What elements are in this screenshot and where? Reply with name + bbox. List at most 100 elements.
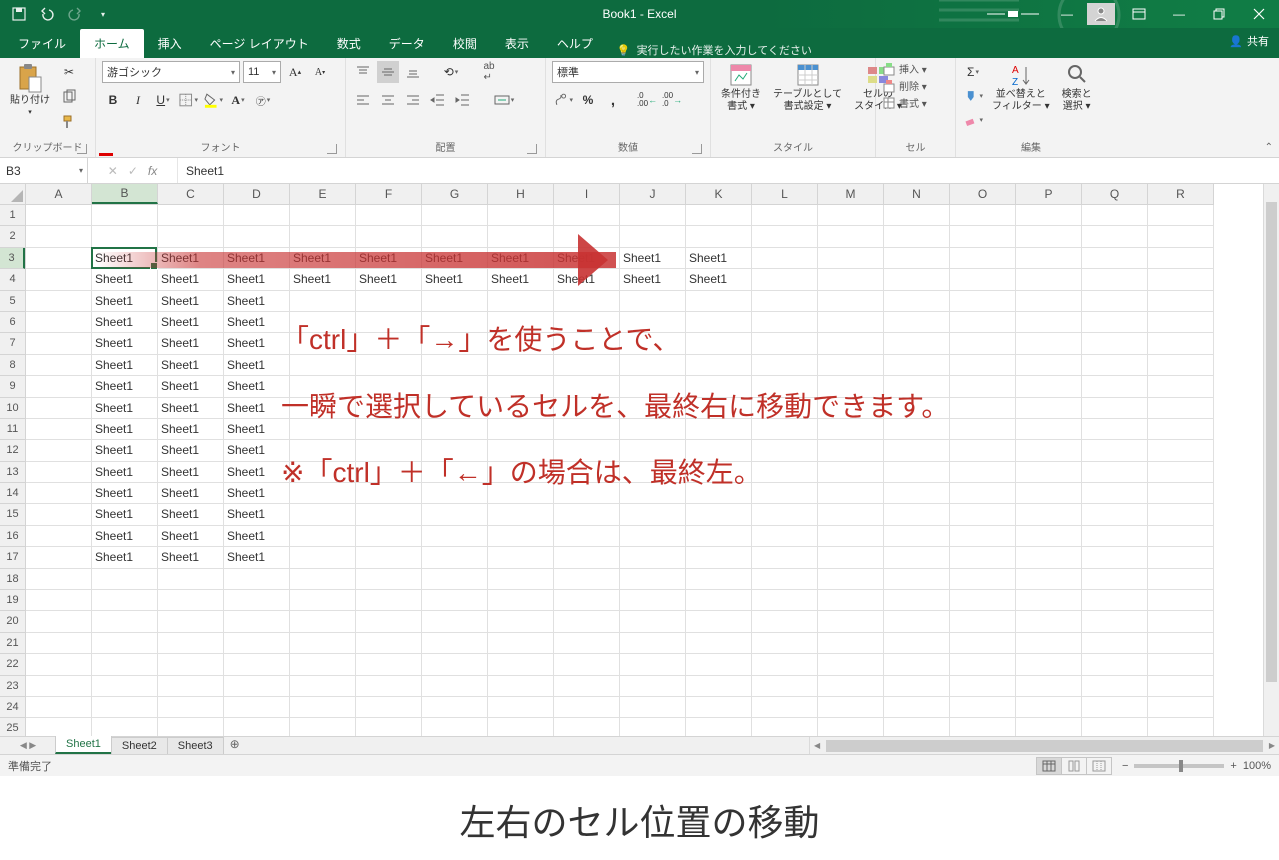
cell[interactable] — [422, 526, 488, 547]
col-header-B[interactable]: B — [92, 184, 158, 204]
cell[interactable] — [422, 504, 488, 525]
cell[interactable] — [26, 333, 92, 354]
accounting-icon[interactable]: ▾ — [552, 89, 574, 111]
cell[interactable] — [884, 269, 950, 290]
row-header-11[interactable]: 11 — [0, 419, 25, 440]
minimize-icon[interactable]: — — [1159, 0, 1199, 28]
cell[interactable] — [158, 697, 224, 718]
cell[interactable] — [1082, 312, 1148, 333]
cell[interactable] — [158, 226, 224, 247]
cell[interactable] — [1148, 205, 1214, 226]
cell[interactable]: Sheet1 — [92, 440, 158, 461]
cell[interactable] — [884, 718, 950, 736]
insert-cells-button[interactable]: 挿入 ▾ — [882, 61, 927, 76]
cell[interactable] — [356, 547, 422, 568]
cell[interactable] — [356, 504, 422, 525]
cell[interactable] — [1082, 398, 1148, 419]
tab-page-layout[interactable]: ページ レイアウト — [196, 29, 323, 58]
row-header-24[interactable]: 24 — [0, 697, 25, 718]
cell[interactable] — [884, 248, 950, 269]
cell[interactable] — [950, 333, 1016, 354]
cell[interactable]: Sheet1 — [224, 504, 290, 525]
col-header-O[interactable]: O — [950, 184, 1016, 204]
cell[interactable] — [686, 697, 752, 718]
cell[interactable]: Sheet1 — [686, 269, 752, 290]
grow-font-icon[interactable]: A▴ — [284, 61, 306, 83]
zoom-level[interactable]: 100% — [1243, 760, 1271, 772]
cell[interactable] — [1148, 398, 1214, 419]
cell[interactable] — [620, 697, 686, 718]
decrease-indent-icon[interactable] — [427, 89, 449, 111]
col-header-M[interactable]: M — [818, 184, 884, 204]
cell[interactable] — [752, 718, 818, 736]
cell[interactable] — [488, 654, 554, 675]
cell[interactable] — [950, 269, 1016, 290]
col-header-C[interactable]: C — [158, 184, 224, 204]
cell[interactable]: Sheet1 — [92, 398, 158, 419]
cell[interactable] — [620, 205, 686, 226]
cell[interactable] — [488, 226, 554, 247]
fill-color-icon[interactable]: ▾ — [202, 89, 224, 111]
cell[interactable] — [1082, 419, 1148, 440]
cell[interactable] — [950, 611, 1016, 632]
close-icon[interactable] — [1239, 0, 1279, 28]
page-break-view-icon[interactable] — [1086, 757, 1112, 775]
cell[interactable]: Sheet1 — [158, 355, 224, 376]
font-launcher[interactable] — [327, 144, 337, 154]
cell[interactable] — [488, 697, 554, 718]
sheet-nav[interactable]: ◀ ▶ — [0, 737, 56, 754]
cell[interactable] — [290, 226, 356, 247]
align-left-icon[interactable] — [352, 89, 374, 111]
cell[interactable]: Sheet1 — [158, 376, 224, 397]
cell[interactable] — [1016, 376, 1082, 397]
cell[interactable] — [224, 676, 290, 697]
cell[interactable] — [1016, 590, 1082, 611]
cell[interactable] — [422, 291, 488, 312]
cell[interactable] — [488, 633, 554, 654]
cell[interactable] — [620, 718, 686, 736]
cell[interactable] — [224, 633, 290, 654]
cell[interactable] — [950, 654, 1016, 675]
cell[interactable] — [818, 504, 884, 525]
row-header-13[interactable]: 13 — [0, 462, 25, 483]
cell[interactable] — [290, 526, 356, 547]
col-header-L[interactable]: L — [752, 184, 818, 204]
sheet-tab-Sheet3[interactable]: Sheet3 — [167, 737, 224, 754]
share-button[interactable]: 👤 共有 — [1229, 33, 1269, 49]
cell[interactable] — [26, 355, 92, 376]
cell[interactable] — [92, 633, 158, 654]
cell[interactable] — [92, 697, 158, 718]
cell[interactable] — [950, 676, 1016, 697]
font-name-combo[interactable]: 游ゴシック▾ — [102, 61, 240, 83]
cell[interactable] — [1082, 676, 1148, 697]
row-header-25[interactable]: 25 — [0, 718, 25, 736]
cell[interactable] — [686, 569, 752, 590]
cell[interactable] — [950, 697, 1016, 718]
formula-bar[interactable]: Sheet1 — [178, 158, 1279, 183]
cell[interactable] — [26, 547, 92, 568]
cell[interactable] — [884, 590, 950, 611]
cell[interactable] — [356, 205, 422, 226]
cell[interactable] — [1148, 633, 1214, 654]
cell[interactable] — [752, 633, 818, 654]
cell[interactable] — [26, 419, 92, 440]
row-header-2[interactable]: 2 — [0, 226, 25, 247]
find-select-button[interactable]: 検索と 選択 ▾ — [1058, 61, 1096, 115]
cell[interactable] — [1016, 526, 1082, 547]
cell[interactable] — [950, 291, 1016, 312]
cell[interactable]: Sheet1 — [158, 440, 224, 461]
cell[interactable] — [26, 205, 92, 226]
cell[interactable] — [686, 504, 752, 525]
cell[interactable] — [26, 633, 92, 654]
font-color-icon[interactable]: A▾ — [227, 89, 249, 111]
row-header-23[interactable]: 23 — [0, 676, 25, 697]
cell[interactable] — [290, 590, 356, 611]
cell[interactable] — [818, 654, 884, 675]
undo-icon[interactable] — [38, 5, 56, 23]
cell[interactable] — [950, 355, 1016, 376]
cell[interactable] — [554, 504, 620, 525]
cell[interactable] — [884, 226, 950, 247]
cell[interactable] — [290, 697, 356, 718]
cell[interactable] — [224, 654, 290, 675]
row-header-15[interactable]: 15 — [0, 504, 25, 525]
